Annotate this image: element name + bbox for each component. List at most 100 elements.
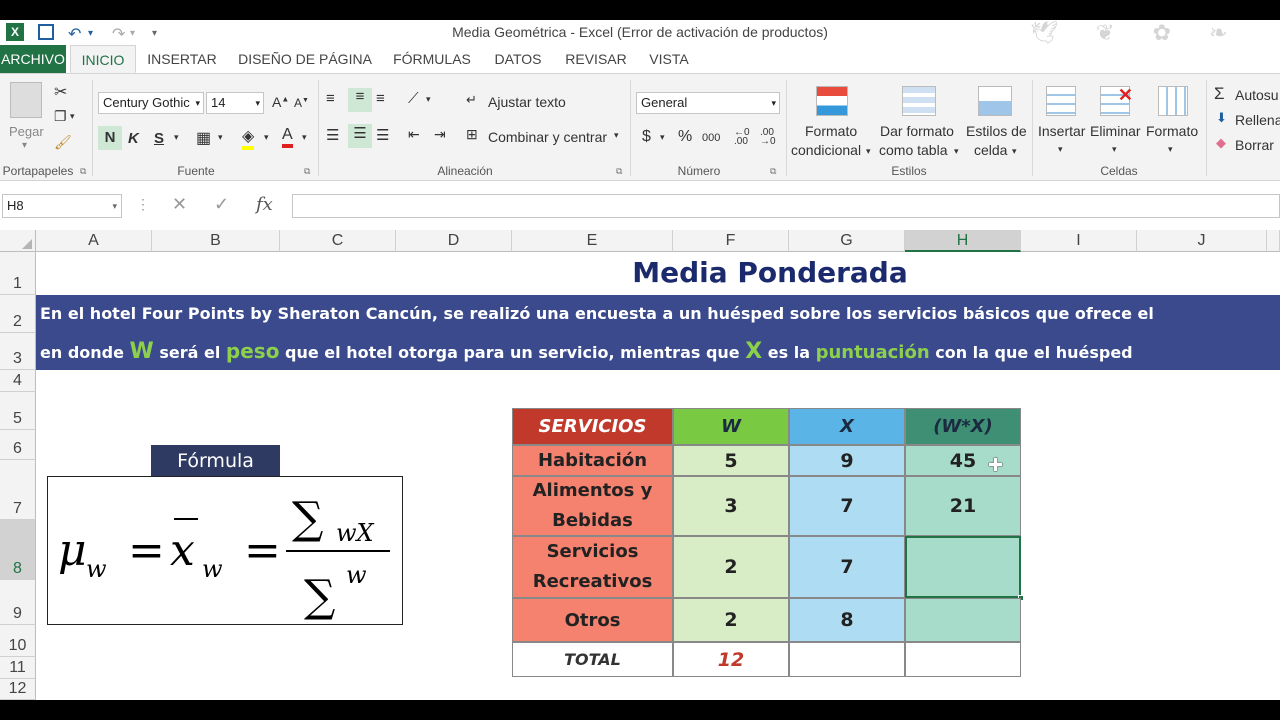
align-middle-icon[interactable]: ≡ [348,88,372,112]
format-as-table-label-2[interactable]: como tabla [879,142,947,158]
align-top-icon[interactable]: ≡ [326,90,335,107]
column-header-h[interactable]: H [905,230,1021,252]
column-header-d[interactable]: D [396,230,512,252]
merge-dropdown-icon[interactable]: ▾ [614,130,619,141]
w-recreativos[interactable]: 2 [673,536,789,598]
header-x[interactable]: X [789,408,905,445]
row-header-10[interactable]: 10 [0,625,36,657]
sheet-title[interactable]: Media Ponderada [380,256,1160,289]
row-header-9[interactable]: 9 [0,580,36,625]
merge-icon[interactable]: ⊞ [466,126,478,143]
column-header-c[interactable]: C [280,230,396,252]
thousands-button[interactable]: 000 [702,132,720,144]
row-header-12[interactable]: 12 [0,679,36,700]
merge-center-button[interactable]: Combinar y centrar [488,129,607,145]
conditional-format-label-2[interactable]: condicional [791,142,861,158]
tab-insertar[interactable]: INSERTAR [140,45,224,73]
service-habitacion[interactable]: Habitación [512,445,673,476]
formula-input[interactable] [292,194,1280,218]
column-header-a[interactable]: A [36,230,152,252]
tab-revisar[interactable]: REVISAR [558,45,634,73]
total-x[interactable] [789,642,905,677]
number-launcher-icon[interactable]: ⧉ [770,166,776,177]
row-header-3[interactable]: 3 [0,333,36,370]
align-bottom-icon[interactable]: ≡ [376,90,385,107]
autosum-icon[interactable]: Σ [1214,84,1225,104]
font-size-select[interactable]: 14 ▾ [206,92,264,114]
tab-inicio[interactable]: INICIO [70,45,136,73]
decrease-indent-icon[interactable]: ⇤ [408,126,420,143]
align-center-icon[interactable]: ☰ [348,124,372,148]
orientation-dropdown-icon[interactable]: ▾ [426,94,431,105]
wrap-text-button[interactable]: Ajustar texto [488,94,566,110]
increase-indent-icon[interactable]: ⇥ [434,126,446,143]
total-w[interactable]: 12 [673,642,789,677]
row-header-4[interactable]: 4 [0,370,36,392]
row-header-1[interactable]: 1 [0,252,36,295]
redo-dropdown-icon[interactable]: ▾ [130,28,135,39]
alignment-launcher-icon[interactable]: ⧉ [616,166,622,177]
format-button[interactable]: Formato [1146,123,1198,139]
cell-styles-label-2[interactable]: celda [974,142,1007,158]
confirm-entry-icon[interactable]: ✓ [214,194,229,215]
customize-toolbar-icon[interactable]: ▾ [152,28,157,39]
align-left-icon[interactable]: ☰ [326,126,339,144]
percent-button[interactable]: % [678,128,692,146]
chevron-down-icon[interactable]: ▾ [954,146,959,157]
chevron-down-icon[interactable]: ▾ [1012,146,1017,157]
row-header-5[interactable]: 5 [0,392,36,430]
chevron-down-icon[interactable]: ▾ [1168,144,1173,155]
font-name-select[interactable]: Century Gothic ▾ [98,92,204,114]
x-recreativos[interactable]: 7 [789,536,905,598]
header-wx[interactable]: (W*X) [905,408,1021,445]
x-habitacion[interactable]: 9 [789,445,905,476]
name-box[interactable]: H8 ▾ [2,194,122,218]
header-servicios[interactable]: SERVICIOS [512,408,673,445]
delete-cells-icon[interactable]: ✕ [1100,85,1133,116]
row-header-7[interactable]: 7 [0,460,36,520]
increase-font-icon[interactable]: A▲ [272,94,289,110]
copy-icon[interactable]: ❐ [54,108,67,125]
currency-dropdown-icon[interactable]: ▾ [660,132,665,143]
w-alimentos[interactable]: 3 [673,476,789,536]
tab-formulas[interactable]: FÓRMULAS [386,45,478,73]
select-all-corner[interactable] [0,230,36,252]
align-right-icon[interactable]: ☰ [376,126,389,144]
insert-cells-icon[interactable] [1046,86,1076,116]
row-header-11[interactable]: 11 [0,657,36,679]
x-alimentos[interactable]: 7 [789,476,905,536]
underline-dropdown-icon[interactable]: ▾ [174,132,179,143]
paste-icon[interactable] [10,82,42,118]
tab-vista[interactable]: VISTA [640,45,698,73]
format-painter-icon[interactable]: 🖌 [54,134,72,151]
format-as-table-icon[interactable] [902,86,936,116]
tab-datos[interactable]: DATOS [486,45,550,73]
cell-styles-label-1[interactable]: Estilos de [966,123,1027,139]
paste-button[interactable]: Pegar [9,124,44,139]
description-banner[interactable]: En el hotel Four Points by Sheraton Canc… [36,295,1280,370]
copy-dropdown-icon[interactable]: ▾ [70,111,75,122]
row-header-6[interactable]: 6 [0,430,36,460]
insert-button[interactable]: Insertar [1038,123,1085,139]
service-otros[interactable]: Otros [512,598,673,642]
column-header-k[interactable] [1267,230,1280,252]
eraser-icon[interactable]: ◆ [1216,135,1226,151]
service-recreativos[interactable]: Servicios Recreativos [512,536,673,598]
tab-diseno[interactable]: DISEÑO DE PÁGINA [232,45,378,73]
italic-button[interactable]: K [128,130,139,147]
row-header-8[interactable]: 8 [0,520,36,580]
fill-dropdown-icon[interactable]: ▾ [264,132,269,143]
wx-alimentos[interactable]: 21 [905,476,1021,536]
wx-habitacion[interactable]: 45 [905,445,1021,476]
save-icon[interactable] [38,24,54,40]
total-label[interactable]: TOTAL [512,642,673,677]
conditional-format-label-1[interactable]: Formato [805,123,857,139]
format-cells-icon[interactable] [1158,86,1188,116]
formula-label[interactable]: Fórmula [151,445,280,477]
more-options-icon[interactable]: ⋮ [136,196,150,213]
undo-icon[interactable]: ↶ [68,24,81,44]
currency-button[interactable]: $ [642,128,651,146]
column-header-e[interactable]: E [512,230,673,252]
wrap-text-icon[interactable]: ↵ [466,92,477,108]
font-color-dropdown-icon[interactable]: ▾ [302,132,307,143]
